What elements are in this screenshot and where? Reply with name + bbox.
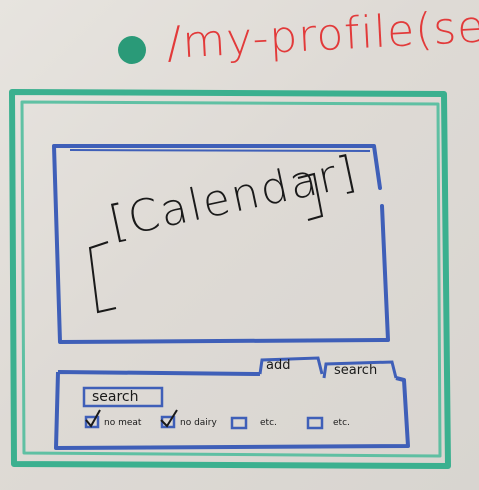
bullet-dot bbox=[118, 36, 146, 64]
checkbox-etc-1[interactable] bbox=[230, 416, 248, 430]
checkbox-etc-2[interactable] bbox=[306, 416, 324, 430]
filter-label-etc-1: etc. bbox=[260, 418, 277, 428]
filter-label-no-meat: no meat bbox=[104, 418, 142, 428]
calendar-bracket-left bbox=[88, 241, 117, 314]
whiteboard-sketch bbox=[9, 36, 451, 469]
filter-label-etc-2: etc. bbox=[333, 418, 350, 428]
page-frame bbox=[9, 89, 451, 469]
tab-add-label[interactable]: add bbox=[266, 358, 290, 373]
search-button-label[interactable]: search bbox=[92, 389, 139, 405]
filter-label-no-dairy: no dairy bbox=[180, 418, 217, 428]
search-panel bbox=[54, 370, 410, 450]
tab-search-label[interactable]: search bbox=[334, 363, 377, 378]
